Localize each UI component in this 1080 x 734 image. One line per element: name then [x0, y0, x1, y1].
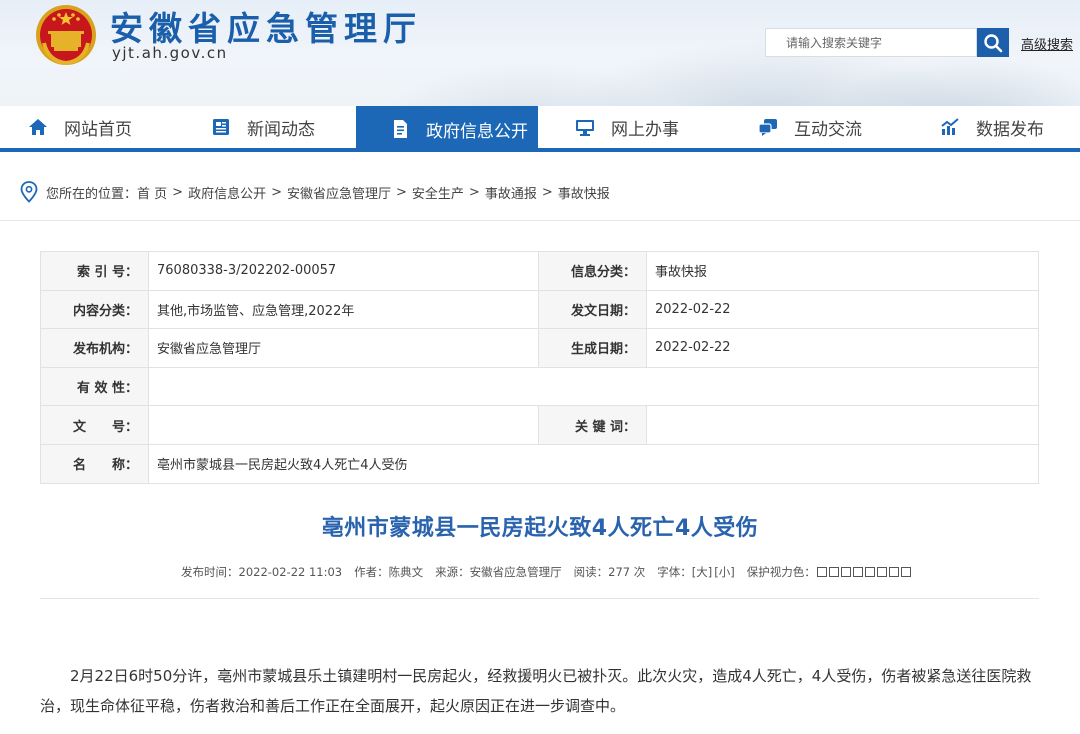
location-pin-icon [20, 181, 38, 203]
table-row: 内容分类： 其他,市场监管、应急管理,2022年 发文日期： 2022-02-2… [40, 289, 1039, 330]
author: 作者：陈典文 [354, 565, 424, 579]
table-row: 发布机构： 安徽省应急管理厅 生成日期： 2022-02-22 [40, 328, 1039, 368]
news-icon [211, 117, 231, 137]
nav-item-online-service[interactable]: 网上办事 [575, 106, 679, 148]
breadcrumb-separator: > [468, 184, 480, 200]
color-swatch[interactable] [888, 567, 899, 577]
source: 来源：安徽省应急管理厅 [435, 565, 562, 579]
divider [40, 598, 1039, 599]
breadcrumb-link[interactable]: 事故通报 [485, 183, 537, 202]
nav-item-label: 政府信息公开 [426, 121, 528, 142]
breadcrumb-separator: > [396, 184, 407, 200]
nav-item-news[interactable]: 新闻动态 [211, 106, 315, 148]
issue-date-value: 2022-02-22 [646, 289, 1039, 330]
index-value: 76080338-3/202202-00057 [148, 251, 539, 291]
nav-item-home[interactable]: 网站首页 [28, 106, 132, 148]
content-category-value: 其他,市场监管、应急管理,2022年 [148, 289, 539, 330]
font-small-button[interactable]: [小] [714, 564, 734, 580]
nav-item-label: 数据发布 [976, 119, 1044, 140]
article-body: 2月22日6时50分许，亳州市蒙城县乐土镇建明村一民房起火，经救援明火已被扑灭。… [40, 667, 1032, 715]
breadcrumb-link[interactable]: 安徽省应急管理厅 [287, 183, 391, 202]
view-count: 阅读：277 次 [573, 565, 646, 579]
article-title: 亳州市蒙城县一民房起火致4人死亡4人受伤 [321, 516, 759, 541]
divider [0, 220, 1080, 221]
breadcrumb-link[interactable]: 政府信息公开 [188, 183, 266, 202]
national-emblem-icon [36, 5, 96, 66]
content-category-label: 内容分类： [40, 289, 149, 330]
color-swatch[interactable] [840, 567, 851, 577]
table-row: 文 号： 关 键 词： [40, 405, 1039, 445]
keywords-label: 关 键 词： [538, 405, 647, 445]
site-header: 安徽省应急管理厅 yjt.ah.gov.cn 高级搜索 [0, 0, 1080, 106]
color-swatch[interactable] [828, 567, 839, 577]
breadcrumb-link[interactable]: 事故快报 [558, 183, 610, 202]
table-row: 索 引 号： 76080338-3/202202-00057 信息分类： 事故快… [40, 251, 1039, 291]
advanced-search-link[interactable]: 高级搜索 [1021, 34, 1073, 53]
eye-protection-color-swatches [816, 567, 913, 577]
color-swatch[interactable] [900, 567, 911, 577]
generated-date-label: 生成日期： [538, 328, 647, 368]
chat-icon [758, 117, 778, 137]
document-icon [390, 119, 410, 139]
publisher-label: 发布机构： [40, 328, 149, 368]
breadcrumb-link[interactable]: 安全生产 [412, 183, 464, 202]
index-label: 索 引 号： [40, 251, 149, 291]
publish-time: 发布时间：2022-02-22 11:03 [181, 565, 343, 579]
generated-date-value: 2022-02-22 [646, 328, 1039, 368]
search-button[interactable] [977, 28, 1009, 57]
search-input[interactable] [766, 29, 976, 56]
nav-item-label: 互动交流 [794, 119, 862, 140]
info-table: 索 引 号： 76080338-3/202202-00057 信息分类： 事故快… [40, 251, 1039, 484]
color-swatch[interactable] [876, 567, 887, 577]
nav-item-label: 新闻动态 [247, 119, 315, 140]
nav-item-gov-info[interactable]: 政府信息公开 [356, 106, 538, 152]
site-title: 安徽省应急管理厅 [110, 9, 422, 48]
header-mountain-decoration [820, 55, 1080, 106]
monitor-icon [575, 117, 595, 137]
publisher-value: 安徽省应急管理厅 [148, 328, 539, 368]
nav-item-label: 网上办事 [611, 119, 679, 140]
document-number-label: 文 号： [40, 405, 149, 445]
color-swatch[interactable] [816, 567, 827, 577]
breadcrumb: 您所在的位置： 首 页 > 政府信息公开 > 安徽省应急管理厅 > 安全生产 >… [20, 181, 610, 203]
validity-label: 有 效 性： [40, 366, 149, 407]
color-swatch[interactable] [852, 567, 863, 577]
search-box [765, 28, 977, 57]
keywords-value [646, 405, 1039, 445]
table-row: 有 效 性： [40, 366, 1039, 407]
color-swatch[interactable] [864, 567, 875, 577]
nav-item-data-release[interactable]: 数据发布 [940, 106, 1044, 148]
name-label: 名 称： [40, 443, 149, 484]
chart-icon [940, 117, 960, 137]
breadcrumb-prefix: 您所在的位置： [46, 186, 138, 202]
main-nav: 网站首页 新闻动态 政府信息公开 网上办事 互动交流 数据发布 [0, 106, 1080, 152]
nav-item-label: 网站首页 [64, 119, 132, 140]
search-icon [984, 33, 1003, 52]
table-row: 名 称： 亳州市蒙城县一民房起火致4人死亡4人受伤 [40, 443, 1039, 484]
validity-value [148, 366, 1039, 407]
document-number-value [148, 405, 539, 445]
issue-date-label: 发文日期： [538, 289, 647, 330]
name-value: 亳州市蒙城县一民房起火致4人死亡4人受伤 [148, 443, 1039, 484]
font-size-label: 字体： [657, 565, 692, 579]
breadcrumb-separator: > [271, 184, 282, 200]
site-domain: yjt.ah.gov.cn [112, 44, 228, 62]
breadcrumb-link[interactable]: 首 页 [137, 183, 167, 202]
font-large-button[interactable]: [大] [692, 564, 712, 580]
breadcrumb-separator: > [541, 184, 553, 200]
article-meta: 发布时间：2022-02-22 11:03 作者：陈典文 来源：安徽省应急管理厅… [181, 564, 913, 580]
category-label: 信息分类： [538, 251, 647, 291]
home-icon [28, 117, 48, 137]
category-value: 事故快报 [646, 251, 1039, 291]
breadcrumb-separator: > [172, 184, 184, 200]
nav-item-interaction[interactable]: 互动交流 [758, 106, 862, 148]
eye-protection-color-label: 保护视力色： [746, 565, 816, 579]
